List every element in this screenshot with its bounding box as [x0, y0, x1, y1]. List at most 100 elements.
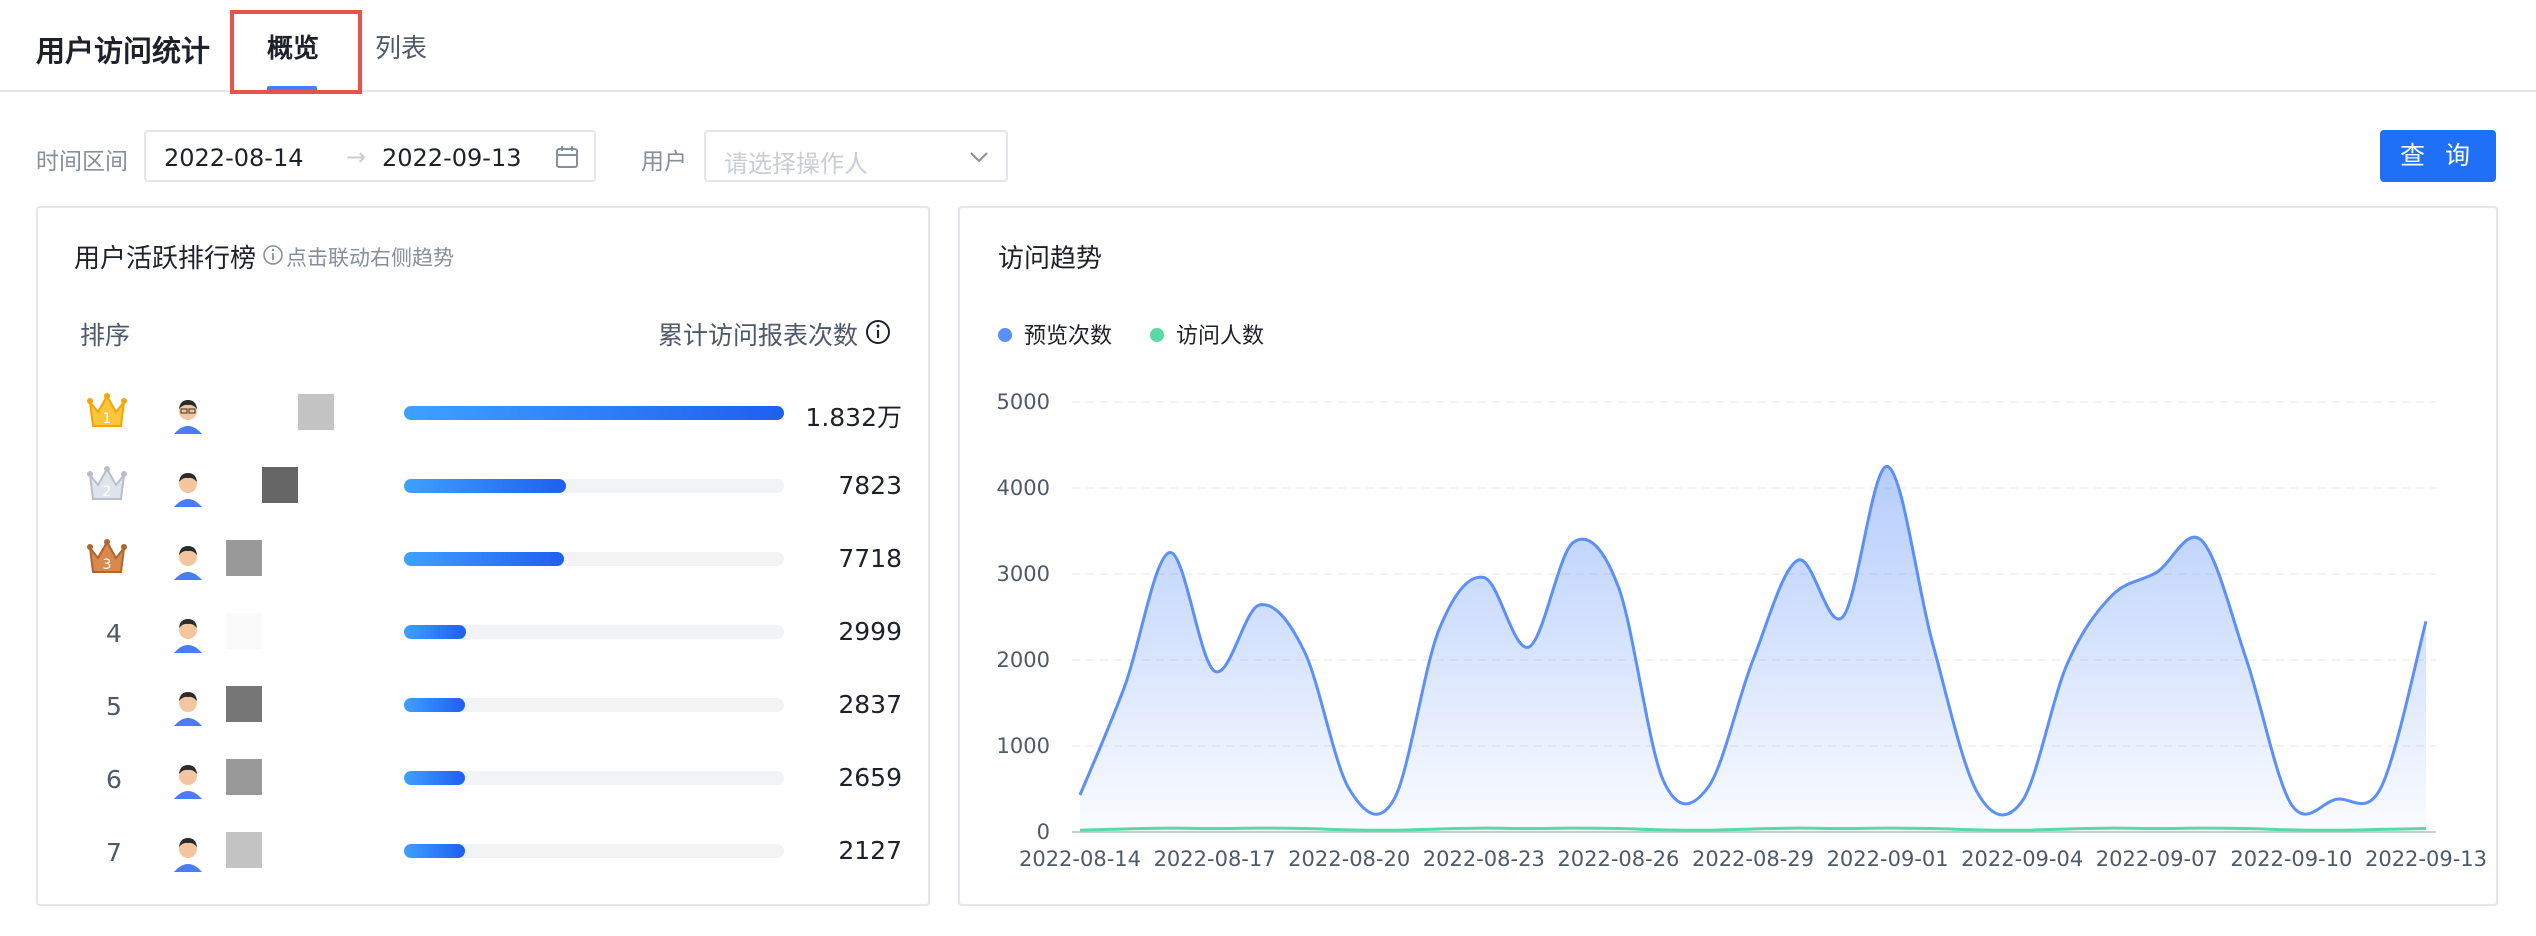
- x-tick-label: 2022-08-20: [1288, 847, 1410, 871]
- views-point[interactable]: [1568, 536, 1580, 548]
- visitors-point[interactable]: [2330, 824, 2342, 836]
- views-point[interactable]: [1388, 793, 1400, 805]
- user-name-redacted: [226, 832, 262, 868]
- activity-bar-track: [404, 698, 784, 712]
- views-point[interactable]: [1433, 624, 1445, 636]
- activity-bar-fill: [404, 698, 465, 712]
- info-icon[interactable]: [864, 318, 892, 346]
- visitors-point[interactable]: [2106, 822, 2118, 834]
- views-point[interactable]: [2061, 658, 2073, 670]
- visitors-point[interactable]: [1926, 823, 1938, 835]
- start-date-input[interactable]: 2022-08-14: [164, 144, 303, 172]
- x-tick-label: 2022-09-13: [2365, 847, 2487, 871]
- visitors-point[interactable]: [1074, 824, 1086, 836]
- trend-card: 访问趋势 预览次数 访问人数 0 1000 2000 3000 4000 5000 2022…: [958, 206, 2498, 906]
- views-point[interactable]: [2375, 781, 2387, 793]
- activity-bar-fill: [404, 552, 565, 566]
- visitors-point[interactable]: [1882, 822, 1894, 834]
- activity-bar-fill: [404, 479, 567, 493]
- views-point[interactable]: [1792, 554, 1804, 566]
- visit-count: 1.832万: [805, 403, 902, 432]
- visitors-point[interactable]: [1612, 823, 1624, 835]
- views-point[interactable]: [1837, 611, 1849, 623]
- visitors-point[interactable]: [1343, 824, 1355, 836]
- visitors-point[interactable]: [1478, 822, 1490, 834]
- calendar-icon[interactable]: [554, 144, 580, 170]
- date-range-picker[interactable]: 2022-08-14 → 2022-09-13: [144, 130, 596, 182]
- views-point[interactable]: [2016, 795, 2028, 807]
- user-select-placeholder: 请选择操作人: [724, 150, 868, 178]
- visitors-point[interactable]: [2196, 822, 2208, 834]
- ranking-row[interactable]: 1 1.832万: [38, 386, 928, 446]
- visitors-point[interactable]: [1298, 823, 1310, 835]
- views-point[interactable]: [1253, 599, 1265, 611]
- rank-number: 5: [106, 692, 122, 721]
- views-point[interactable]: [1702, 781, 1714, 793]
- views-point[interactable]: [1478, 571, 1490, 583]
- views-point[interactable]: [1747, 654, 1759, 666]
- ranking-row[interactable]: 2 7823: [38, 459, 928, 519]
- visitors-point[interactable]: [1253, 822, 1265, 834]
- activity-bar-track: [404, 552, 784, 566]
- views-point[interactable]: [2241, 654, 2253, 666]
- views-point[interactable]: [1657, 774, 1669, 786]
- ranking-row[interactable]: 3 7718: [38, 532, 928, 592]
- views-point[interactable]: [1882, 461, 1894, 473]
- visitors-point[interactable]: [1792, 822, 1804, 834]
- views-point[interactable]: [1343, 783, 1355, 795]
- views-point[interactable]: [1209, 665, 1221, 677]
- views-point[interactable]: [2285, 798, 2297, 810]
- visitors-point[interactable]: [1702, 824, 1714, 836]
- visitors-point[interactable]: [2016, 824, 2028, 836]
- visitors-point[interactable]: [1388, 824, 1400, 836]
- visitors-point[interactable]: [1837, 823, 1849, 835]
- trend-chart[interactable]: 0 1000 2000 3000 4000 5000 2022-08-14 2022-08-1…: [960, 208, 2496, 904]
- visitors-point[interactable]: [1119, 823, 1131, 835]
- views-point[interactable]: [1119, 680, 1131, 692]
- views-point[interactable]: [1523, 641, 1535, 653]
- views-point[interactable]: [1298, 645, 1310, 657]
- views-point[interactable]: [2330, 793, 2342, 805]
- visitors-point[interactable]: [2420, 823, 2432, 835]
- views-point[interactable]: [2420, 615, 2432, 627]
- visitors-point[interactable]: [2375, 823, 2387, 835]
- visitors-point[interactable]: [1164, 822, 1176, 834]
- views-point[interactable]: [1164, 547, 1176, 559]
- query-button[interactable]: 查 询: [2380, 130, 2496, 182]
- views-area: [1080, 466, 2426, 832]
- visitors-point[interactable]: [2241, 823, 2253, 835]
- x-tick-label: 2022-08-23: [1423, 847, 1545, 871]
- user-visit-stats-page: 用户访问统计 概览 列表 时间区间 2022-08-14 → 2022-09-1…: [0, 0, 2536, 936]
- views-point[interactable]: [1074, 789, 1086, 801]
- views-point[interactable]: [1926, 637, 1938, 649]
- ranking-row[interactable]: 4 2999: [38, 605, 928, 665]
- views-point[interactable]: [2106, 590, 2118, 602]
- end-date-input[interactable]: 2022-09-13: [382, 144, 521, 172]
- visit-count: 2127: [838, 836, 902, 865]
- visitors-point[interactable]: [2061, 823, 2073, 835]
- rank-number: 7: [106, 838, 122, 867]
- views-point[interactable]: [2151, 566, 2163, 578]
- visitors-point[interactable]: [1747, 823, 1759, 835]
- ranking-row[interactable]: 7 2127: [38, 824, 928, 884]
- visitors-point[interactable]: [2151, 823, 2163, 835]
- avatar: [174, 400, 202, 434]
- visit-count: 2659: [838, 763, 902, 792]
- x-tick-label: 2022-09-07: [2096, 847, 2218, 871]
- visitors-point[interactable]: [1433, 823, 1445, 835]
- views-point[interactable]: [1612, 581, 1624, 593]
- visitors-point[interactable]: [2285, 824, 2297, 836]
- user-select[interactable]: 请选择操作人: [704, 130, 1008, 182]
- avatar: [174, 546, 202, 580]
- visitors-point[interactable]: [1523, 823, 1535, 835]
- views-point[interactable]: [2196, 534, 2208, 546]
- views-point[interactable]: [1971, 786, 1983, 798]
- visitors-point[interactable]: [1971, 824, 1983, 836]
- visitors-point[interactable]: [1568, 822, 1580, 834]
- ranking-row[interactable]: 6 2659: [38, 751, 928, 811]
- ranking-row[interactable]: 5 2837: [38, 678, 928, 738]
- tab-list[interactable]: 列表: [375, 28, 427, 65]
- visitors-point[interactable]: [1657, 824, 1669, 836]
- visitors-point[interactable]: [1209, 823, 1221, 835]
- svg-text:2: 2: [103, 484, 112, 500]
